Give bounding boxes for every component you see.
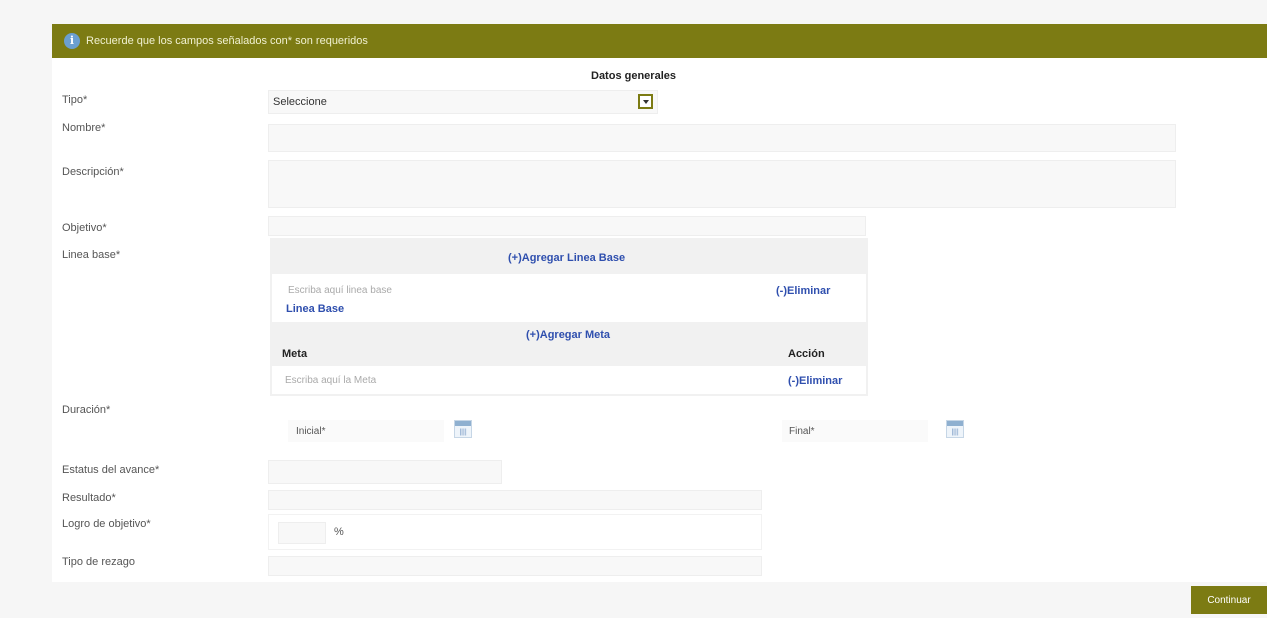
tipo-select-value: Seleccione <box>273 96 327 108</box>
fecha-inicial-label: Inicial* <box>296 426 326 437</box>
tipo-rezago-select[interactable] <box>268 556 762 576</box>
resultado-input[interactable] <box>268 490 762 510</box>
linea-base-label: Linea base* <box>62 249 121 261</box>
meta-column-header: Meta <box>282 348 308 360</box>
remove-meta-link[interactable]: (-)Eliminar <box>788 375 842 387</box>
linea-base-row <box>272 274 866 322</box>
descripcion-textarea[interactable] <box>268 160 1176 208</box>
linea-base-tag: Linea Base <box>286 303 345 315</box>
banner-text: Recuerde que los campos señalados con* s… <box>86 35 368 47</box>
continuar-button[interactable]: Continuar <box>1191 586 1267 614</box>
meta-input[interactable]: Escriba aquí la Meta <box>285 375 376 386</box>
add-linea-base-link[interactable]: (+)Agregar Linea Base <box>508 252 625 264</box>
logro-input[interactable] <box>278 522 326 544</box>
accion-column-header: Acción <box>788 348 825 360</box>
objetivo-input[interactable] <box>268 216 866 236</box>
estatus-label: Estatus del avance* <box>62 464 160 476</box>
nombre-label: Nombre* <box>62 122 106 134</box>
tipo-label: Tipo* <box>62 94 88 106</box>
percent-unit: % <box>334 526 344 538</box>
tipo-rezago-label: Tipo de rezago <box>62 556 135 568</box>
resultado-label: Resultado* <box>62 492 116 504</box>
section-title: Datos generales <box>591 70 676 82</box>
remove-linea-base-link[interactable]: (-)Eliminar <box>776 285 830 297</box>
fecha-final-label: Final* <box>789 426 815 437</box>
estatus-select[interactable] <box>268 460 502 484</box>
calendar-icon[interactable]: |||| <box>946 420 964 438</box>
dropdown-button[interactable] <box>638 94 653 109</box>
chevron-down-icon <box>642 99 649 104</box>
required-fields-banner: i Recuerde que los campos señalados con*… <box>52 24 1267 58</box>
objetivo-label: Objetivo* <box>62 222 107 234</box>
linea-base-input[interactable]: Escriba aquí linea base <box>288 285 392 296</box>
descripcion-label: Descripción* <box>62 166 124 178</box>
duracion-label: Duración* <box>62 404 111 416</box>
add-meta-link[interactable]: (+)Agregar Meta <box>526 329 610 341</box>
nombre-input[interactable] <box>268 124 1176 152</box>
info-icon: i <box>64 33 80 49</box>
logro-label: Logro de objetivo* <box>62 518 151 530</box>
calendar-icon[interactable]: |||| <box>454 420 472 438</box>
